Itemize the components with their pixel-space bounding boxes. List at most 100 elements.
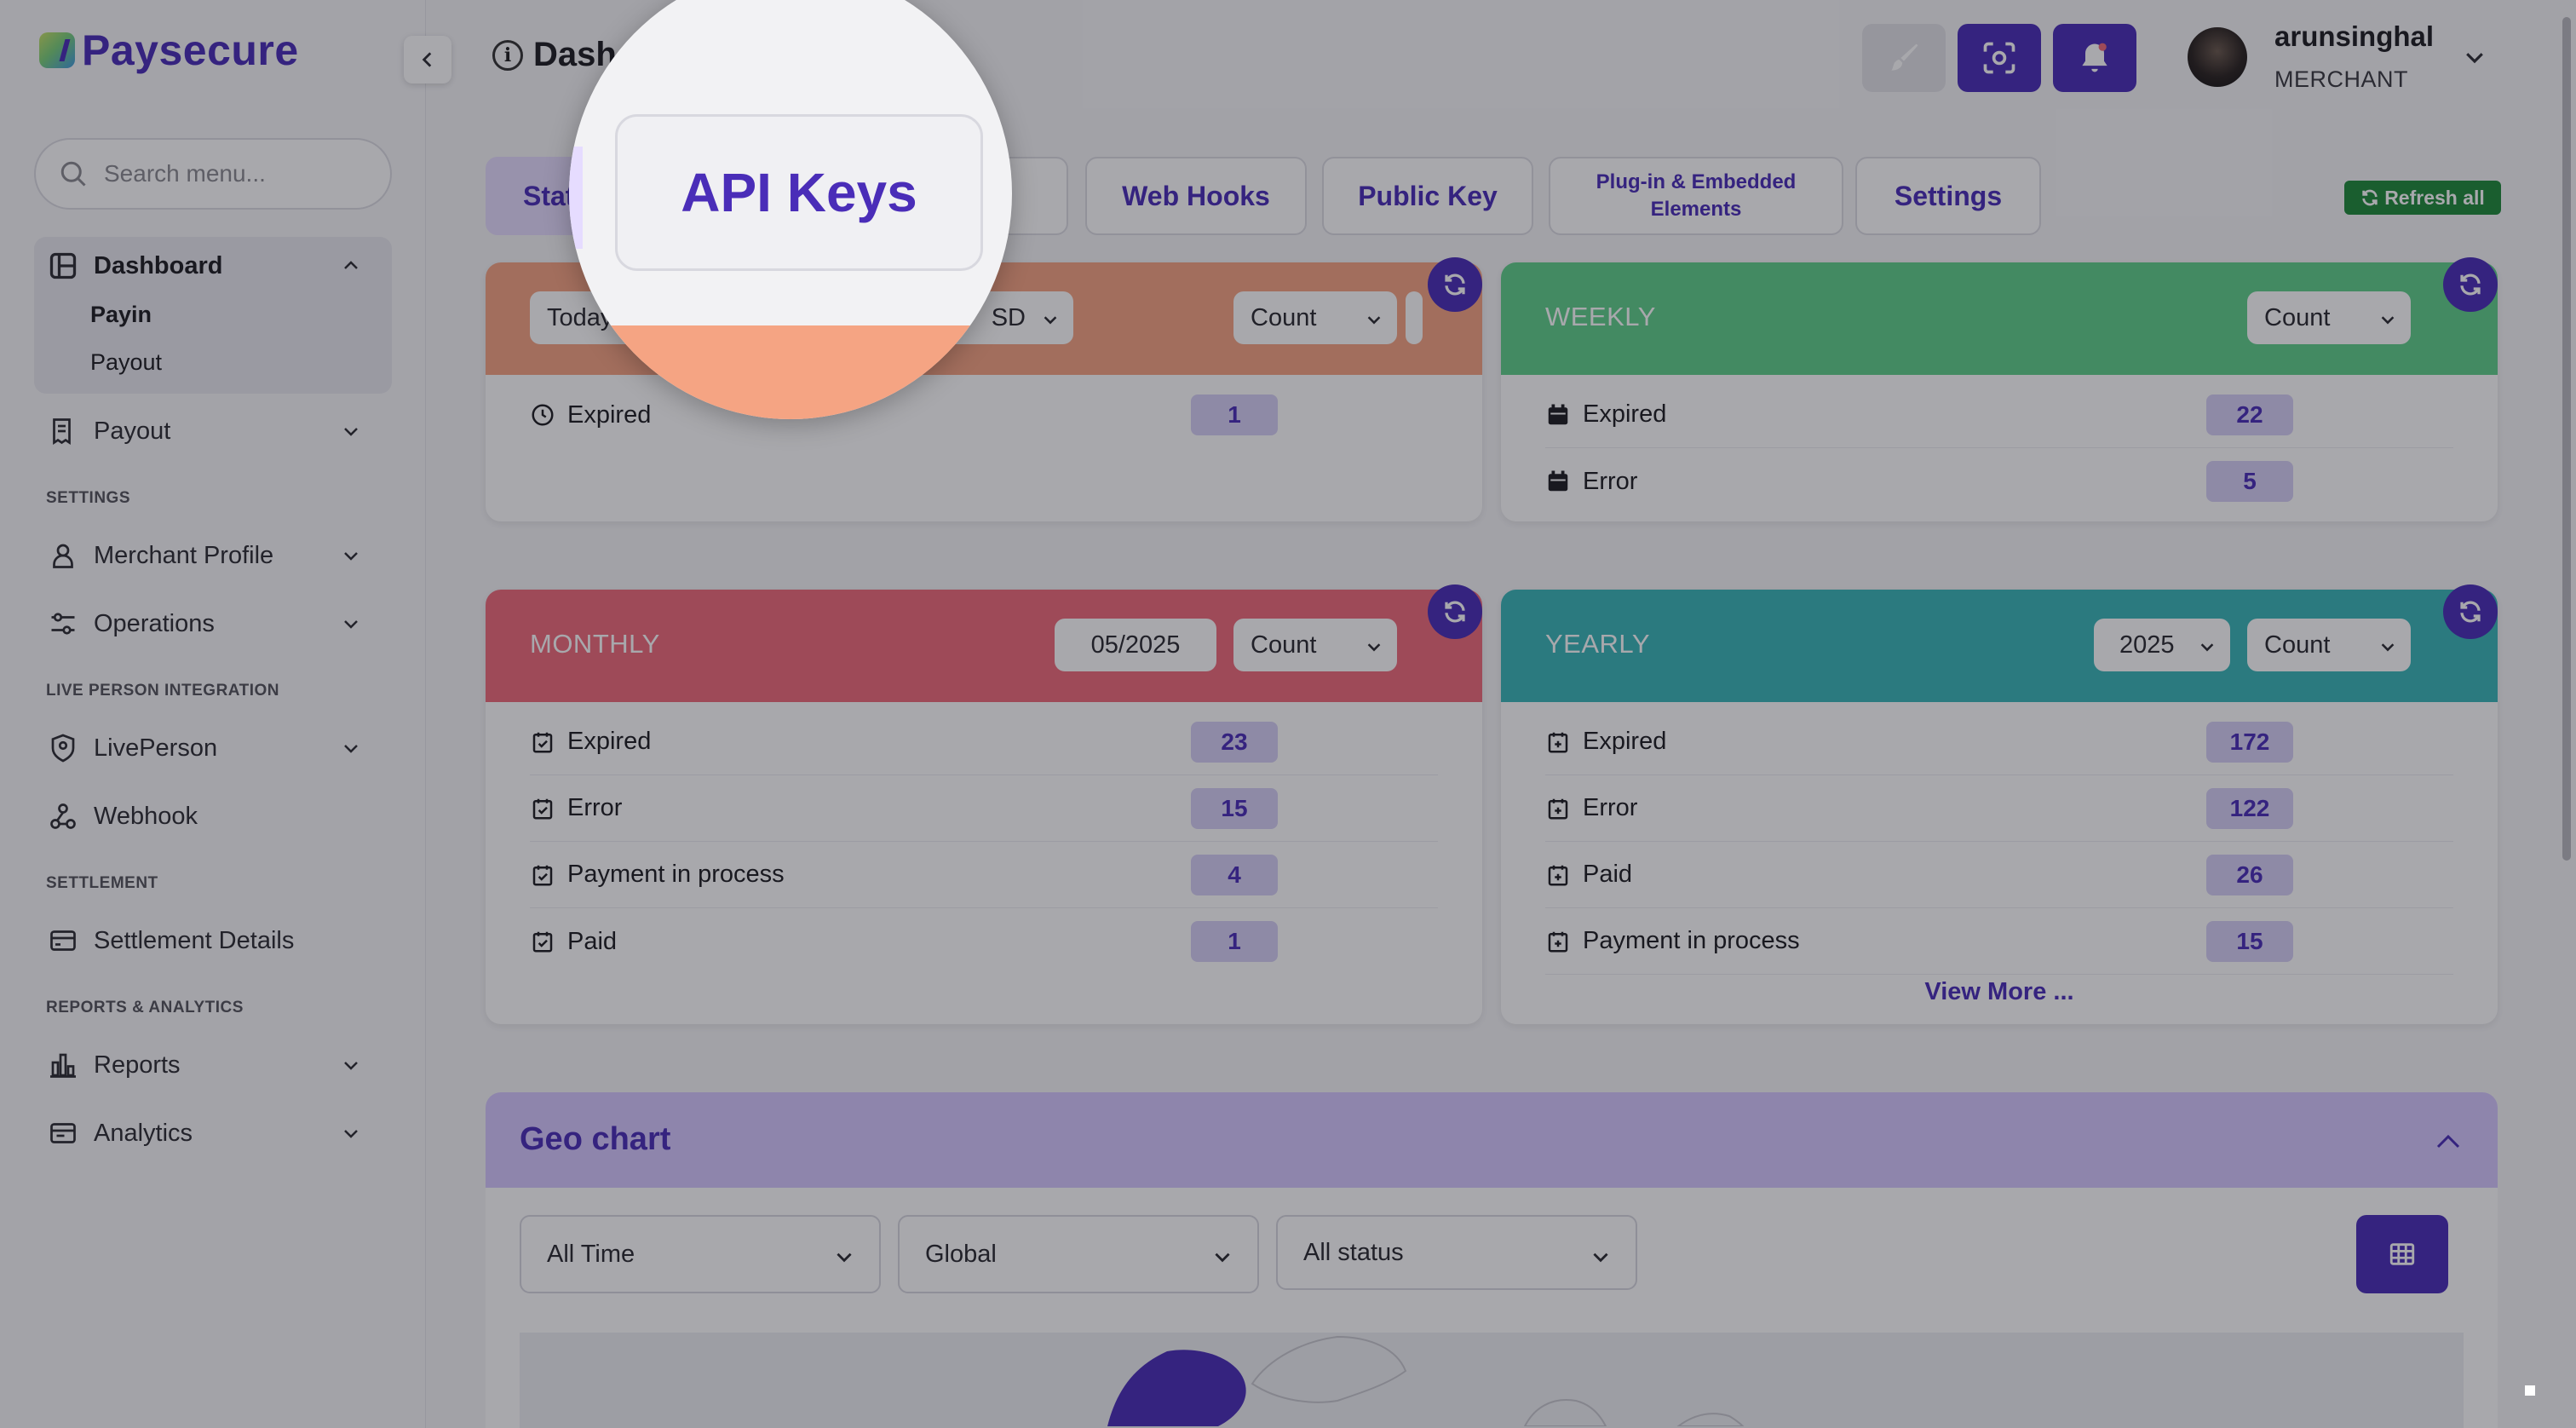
chevron-down-icon <box>837 1252 852 1263</box>
region-select[interactable]: Global <box>898 1215 1259 1293</box>
search-input[interactable] <box>104 160 377 187</box>
country-outline-shape <box>1675 1413 1745 1427</box>
calendar-check-icon <box>532 798 553 819</box>
sidebar-collapse-button[interactable] <box>404 36 451 83</box>
stat-label: Payment in process <box>567 861 785 888</box>
avatar[interactable] <box>2188 27 2247 87</box>
logo-mark-icon <box>39 32 75 68</box>
select-value: 2025 <box>2119 631 2175 659</box>
sidebar-item-reports[interactable]: Reports <box>34 1039 392 1091</box>
month-select[interactable]: 05/2025 <box>1055 619 1216 671</box>
sidebar-item-analytics[interactable]: Analytics <box>34 1108 392 1159</box>
chevron-down-icon <box>344 552 358 561</box>
section-label-settlement: SETTLEMENT <box>46 874 158 892</box>
calendar-icon <box>1548 404 1568 424</box>
brand-logo[interactable]: Paysecure <box>39 26 299 75</box>
card-refresh-button[interactable] <box>1428 257 1482 312</box>
sidebar-item-label: Settlement Details <box>94 926 295 954</box>
page-title: Dash <box>533 36 617 73</box>
brush-icon <box>1891 43 1918 71</box>
stat-row: Error 5 <box>1545 448 2453 515</box>
section-label-reports: REPORTS & ANALYTICS <box>46 999 244 1016</box>
webhook-icon <box>50 803 76 829</box>
brand-name: Paysecure <box>82 26 299 74</box>
stat-value-badge: 1 <box>1191 921 1278 962</box>
metric-select[interactable]: Count <box>1233 291 1397 344</box>
calendar-icon <box>1548 470 1568 492</box>
select-value: Count <box>2264 303 2331 331</box>
tab-settings[interactable]: Settings <box>1855 157 2041 235</box>
metric-select[interactable]: Count <box>2247 619 2411 671</box>
card-title: WEEKLY <box>1545 302 1656 331</box>
status-select[interactable]: All status <box>1276 1215 1637 1290</box>
country-outline-shape <box>1251 1335 1407 1403</box>
refresh-all-button[interactable]: Refresh all <box>2344 181 2501 215</box>
theme-brush-button[interactable] <box>1862 24 1946 92</box>
sidebar-item-liveperson[interactable]: LivePerson <box>34 723 392 774</box>
world-map[interactable] <box>520 1333 2464 1428</box>
sidebar-item-webhook[interactable]: Webhook <box>34 791 392 842</box>
stat-row: Error 15 <box>530 775 1438 842</box>
user-menu-chevron-icon[interactable] <box>2462 44 2487 70</box>
notifications-button[interactable] <box>2053 24 2136 92</box>
stat-label: Paid <box>1583 861 1633 888</box>
stat-label: Paid <box>567 927 618 955</box>
sidebar-item-label: Webhook <box>94 802 198 830</box>
stat-label: Error <box>1583 467 1638 495</box>
card-refresh-button[interactable] <box>2443 584 2498 639</box>
sidebar-item-label: Analytics <box>94 1119 193 1147</box>
metric-select[interactable]: Count <box>2247 291 2411 344</box>
refresh-all-label: Refresh all <box>2384 186 2485 209</box>
sidebar-subitem-payin[interactable]: Payin <box>90 302 152 328</box>
stat-label: Expired <box>567 728 652 755</box>
info-icon[interactable]: i <box>492 39 523 71</box>
sidebar-item-operations[interactable]: Operations <box>34 598 392 649</box>
geo-chart-title: Geo chart <box>520 1121 671 1157</box>
card-refresh-button[interactable] <box>2443 257 2498 312</box>
calendar-check-icon <box>532 732 553 752</box>
sidebar-subitem-payout[interactable]: Payout <box>90 349 162 376</box>
stat-value-badge: 122 <box>2206 787 2293 829</box>
tab-public-key[interactable]: Public Key <box>1322 157 1533 235</box>
sidebar-item-payout[interactable]: Payout <box>34 406 392 457</box>
year-select[interactable]: 2025 <box>2094 619 2230 671</box>
calendar-plus-icon <box>1548 865 1568 885</box>
view-more-link[interactable]: View More ... <box>1501 978 2498 1006</box>
stat-label: Expired <box>1583 400 1667 428</box>
sidebar-item-settlement-details[interactable]: Settlement Details <box>34 915 392 966</box>
stat-row: Payment in process 4 <box>530 842 1438 908</box>
select-value: All Time <box>547 1240 635 1268</box>
user-icon <box>53 544 73 568</box>
sidebar-item-dashboard[interactable]: Dashboard <box>34 240 392 291</box>
chevron-up-icon <box>344 261 358 269</box>
calendar-check-icon <box>532 931 553 953</box>
stat-value-badge: 4 <box>1191 854 1278 895</box>
screen-capture-button[interactable] <box>1958 24 2041 92</box>
sidebar-item-merchant-profile[interactable]: Merchant Profile <box>34 530 392 581</box>
select-value: All status <box>1303 1238 1404 1266</box>
page-scrollbar[interactable] <box>2562 17 2571 861</box>
metric-select[interactable]: Count <box>1233 619 1397 671</box>
user-role: MERCHANT <box>2274 66 2408 92</box>
stat-row: Payment in process 15 <box>1545 908 2453 975</box>
table-view-button[interactable] <box>2356 1215 2448 1293</box>
tab-api-keys[interactable]: API Keys <box>615 114 983 271</box>
tab-webhooks[interactable]: Web Hooks <box>1085 157 1307 235</box>
calendar-plus-icon <box>1548 798 1568 819</box>
tab-plugin-embedded[interactable]: Plug-in & Embedded Elements <box>1549 157 1843 235</box>
sidebar-item-label: Dashboard <box>94 251 223 279</box>
geo-chart-header[interactable]: Geo chart <box>486 1092 2498 1188</box>
chevron-down-icon <box>344 620 358 629</box>
card-refresh-button[interactable] <box>1428 584 1482 639</box>
calendar-check-icon <box>532 865 553 885</box>
clock-icon <box>532 404 554 426</box>
chevron-down-icon <box>2381 643 2395 652</box>
search-box[interactable] <box>34 138 392 210</box>
bar-chart-icon <box>50 1053 76 1078</box>
chevron-down-icon <box>1367 643 1381 652</box>
stat-label: Expired <box>1583 728 1667 755</box>
chevron-up-icon[interactable] <box>2433 1126 2464 1157</box>
stat-label: Payment in process <box>1583 927 1800 954</box>
stat-row: Expired 23 <box>530 709 1438 775</box>
time-range-select[interactable]: All Time <box>520 1215 881 1293</box>
